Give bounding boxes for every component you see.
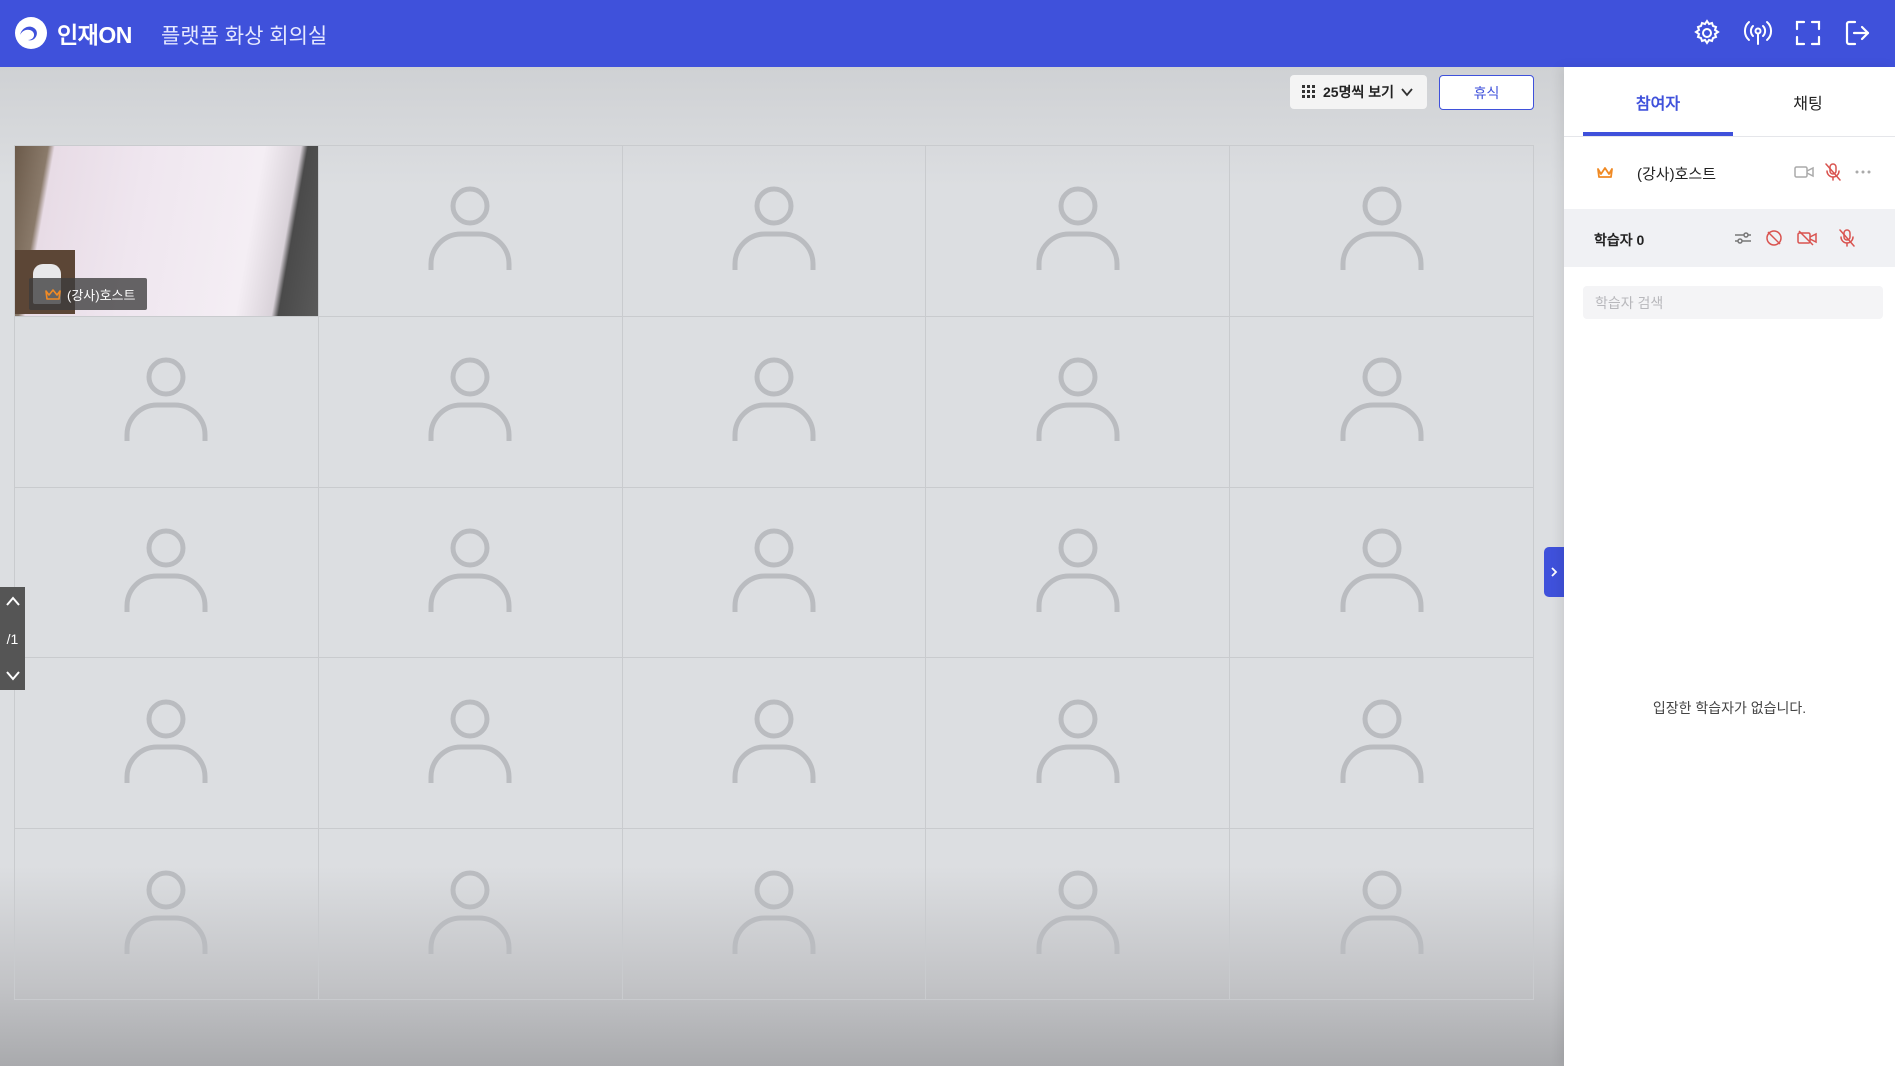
empty-participant-tile[interactable] [318,146,623,317]
empty-participant-tile[interactable] [926,487,1231,659]
learner-header: 학습자 0 [1564,209,1895,267]
mic-muted-icon[interactable] [1823,163,1843,181]
avatar-placeholder-icon [428,184,512,277]
settings-sliders-icon[interactable] [1733,229,1753,247]
chevron-down-icon [1401,88,1413,97]
page-navigator: /1 [0,587,25,690]
room-title: 플랫폼 화상 회의실 [161,25,328,48]
avatar-placeholder-icon [1340,697,1424,790]
avatar-placeholder-icon [1340,868,1424,961]
participant-grid: (강사)호스트 [14,145,1534,1000]
video-name-label: (강사)호스트 [67,287,136,303]
avatar-placeholder-icon [732,868,816,961]
grid-icon [1302,85,1315,98]
panel-toggle-button[interactable] [1544,547,1564,597]
page-indicator: /1 [6,630,19,647]
avatar-placeholder-icon [124,526,208,619]
view-mode-dropdown[interactable]: 25명씩 보기 [1290,75,1427,109]
avatar-placeholder-icon [1036,526,1120,619]
avatar-placeholder-icon [124,355,208,448]
avatar-placeholder-icon [732,184,816,277]
camera-icon[interactable] [1794,163,1814,181]
empty-participant-tile[interactable] [1230,658,1534,830]
learner-search-input[interactable] [1583,286,1883,319]
crown-icon [1597,167,1613,178]
screen-share-off-icon[interactable] [1764,229,1784,247]
broadcast-icon[interactable] [1741,16,1775,50]
empty-participant-tile[interactable] [318,487,623,659]
empty-learner-message: 입장한 학습자가 없습니다. [1652,700,1807,716]
camera-off-icon[interactable] [1797,229,1817,247]
side-tabs: 참여자 채팅 [1583,67,1883,136]
avatar-placeholder-icon [428,868,512,961]
brand-logo: 인재ON [14,15,132,51]
avatar-placeholder-icon [1340,355,1424,448]
empty-participant-tile[interactable] [15,316,319,488]
empty-participant-tile[interactable] [926,658,1231,830]
video-name-tag: (강사)호스트 [29,278,148,310]
top-bar: 인재ON 플랫폼 화상 회의실 [0,0,1895,67]
side-panel: 참여자 채팅 (강사)호스트 학습자 0 입장한 [1564,67,1895,1066]
empty-participant-tile[interactable] [15,487,319,659]
empty-participant-tile[interactable] [15,658,319,830]
more-options-icon[interactable] [1853,163,1873,181]
avatar-placeholder-icon [732,697,816,790]
empty-participant-tile[interactable] [15,829,319,1000]
avatar-placeholder-icon [428,526,512,619]
avatar-placeholder-icon [428,697,512,790]
tab-chat[interactable]: 채팅 [1733,67,1883,136]
gear-icon[interactable] [1690,16,1724,50]
learner-count: 0 [1636,232,1645,248]
avatar-placeholder-icon [1036,868,1120,961]
host-video-tile[interactable]: (강사)호스트 [15,146,319,317]
empty-participant-tile[interactable] [318,658,623,830]
empty-participant-tile[interactable] [318,829,623,1000]
tab-participants[interactable]: 참여자 [1583,67,1733,136]
empty-participant-tile[interactable] [318,316,623,488]
chevron-right-icon [1551,567,1558,577]
avatar-placeholder-icon [124,868,208,961]
avatar-placeholder-icon [732,526,816,619]
avatar-placeholder-icon [428,355,512,448]
empty-participant-tile[interactable] [1230,829,1534,1000]
empty-participant-tile[interactable] [622,316,927,488]
video-stage: 25명씩 보기 휴식 (강사)호스트 /1 [0,67,1564,1066]
chevron-up-icon[interactable] [5,595,20,607]
empty-participant-tile[interactable] [622,829,927,1000]
empty-participant-tile[interactable] [926,829,1231,1000]
avatar-placeholder-icon [1036,355,1120,448]
avatar-placeholder-icon [732,355,816,448]
crown-icon [45,289,61,300]
empty-participant-tile[interactable] [926,146,1231,317]
brand-name: 인재ON [57,22,132,48]
brand-mark-icon [15,17,47,49]
empty-participant-tile[interactable] [926,316,1231,488]
chevron-down-icon[interactable] [5,670,20,682]
view-mode-label: 25명씩 보기 [1323,84,1394,100]
logout-icon[interactable] [1841,16,1875,50]
host-name: (강사)호스트 [1637,166,1716,183]
empty-participant-tile[interactable] [1230,316,1534,488]
empty-participant-tile[interactable] [1230,146,1534,317]
empty-participant-tile[interactable] [622,146,927,317]
host-row: (강사)호스트 [1564,137,1895,207]
empty-participant-tile[interactable] [622,487,927,659]
avatar-placeholder-icon [124,697,208,790]
avatar-placeholder-icon [1340,526,1424,619]
break-button[interactable]: 휴식 [1439,75,1534,110]
empty-participant-tile[interactable] [622,658,927,830]
avatar-placeholder-icon [1036,184,1120,277]
fullscreen-icon[interactable] [1791,16,1825,50]
empty-participant-tile[interactable] [1230,487,1534,659]
mic-muted-icon[interactable] [1837,229,1857,247]
avatar-placeholder-icon [1036,697,1120,790]
learner-label: 학습자 0 [1594,232,1645,248]
avatar-placeholder-icon [1340,184,1424,277]
